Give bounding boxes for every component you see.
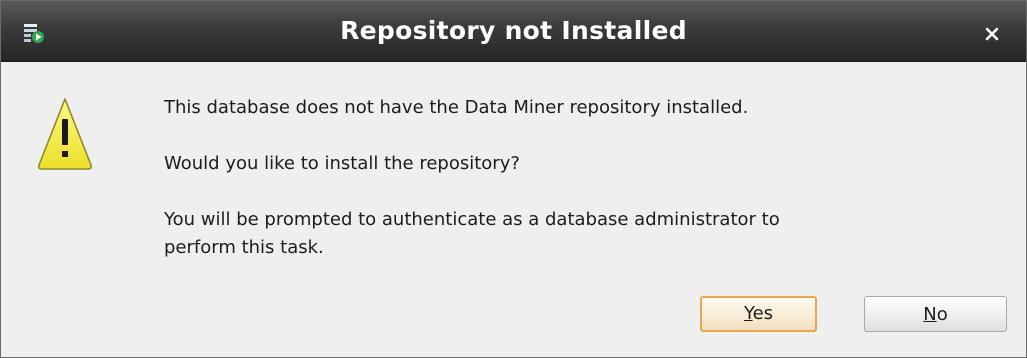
question-text: Would you like to install the repository…: [164, 153, 520, 174]
yes-mnemonic: Y: [743, 303, 753, 324]
no-mnemonic: N: [923, 304, 937, 325]
warning-icon: [38, 98, 92, 170]
yes-button[interactable]: Yes: [700, 296, 817, 332]
message-text: This database does not have the Data Min…: [164, 97, 749, 118]
repository-dialog: Repository not Installed This database d…: [0, 0, 1027, 358]
close-icon[interactable]: [981, 23, 1003, 45]
dialog-title: Repository not Installed: [340, 16, 687, 45]
no-label-rest: o: [936, 304, 948, 325]
auth-note-line-2: perform this task.: [164, 237, 324, 258]
yes-label-rest: es: [752, 303, 774, 324]
auth-note-line-1: You will be prompted to authenticate as …: [164, 209, 780, 230]
title-bar[interactable]: Repository not Installed: [1, 1, 1026, 62]
no-button[interactable]: No: [864, 296, 1007, 332]
